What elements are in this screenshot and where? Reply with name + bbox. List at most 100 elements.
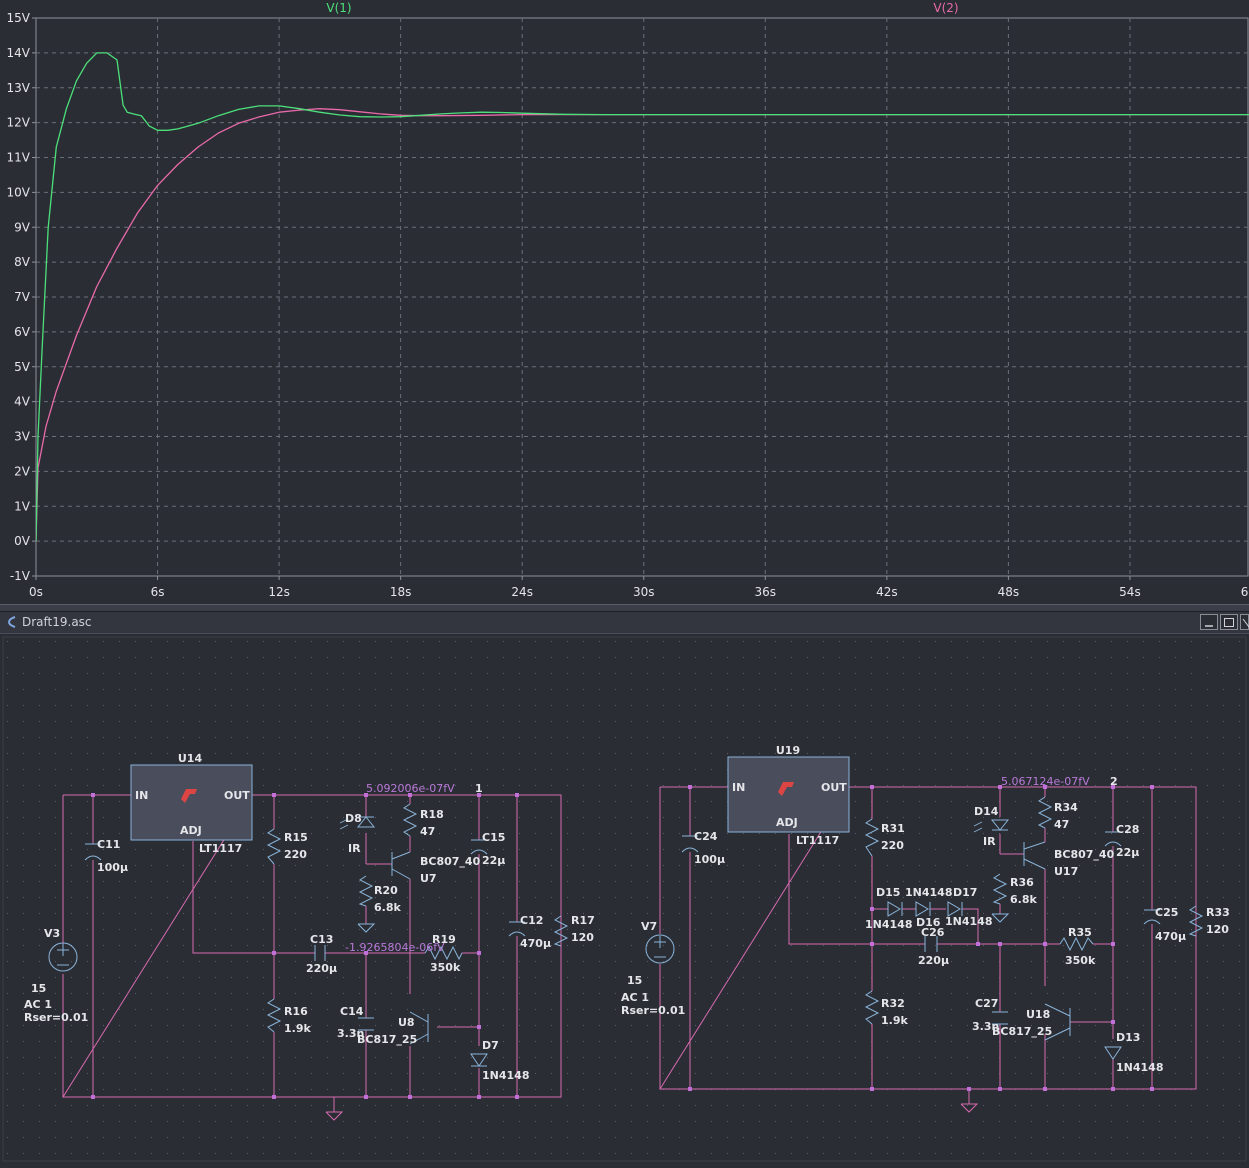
y-tick-label: 10V <box>7 185 31 199</box>
node-1-label: 1 <box>475 782 483 795</box>
minimize-button[interactable] <box>1200 614 1218 630</box>
r18-name: R18 <box>420 808 444 821</box>
plot-frame <box>35 17 1249 577</box>
r20-value: 6.8k <box>374 901 401 914</box>
r15-value: 220 <box>284 848 307 861</box>
trace-layer <box>36 52 1249 542</box>
v3-name: V3 <box>44 927 60 940</box>
c27-name: C27 <box>975 997 998 1010</box>
y-tick-label: 8V <box>14 255 31 269</box>
c25-name: C25 <box>1155 906 1178 919</box>
x-tick-label: 24s <box>511 585 533 599</box>
schematic-titlebar[interactable]: Draft19.asc <box>0 612 1249 634</box>
u14-pin-in: IN <box>135 789 148 802</box>
node-adj-voltage: -1.9265804e-06fV <box>345 941 445 954</box>
c15-value: 22µ <box>482 854 505 867</box>
r34-value: 47 <box>1054 818 1069 831</box>
x-tick-label: 36s <box>755 585 777 599</box>
node-2-label: 2 <box>1110 775 1118 788</box>
trace-label-v1[interactable]: V(1) <box>326 1 351 15</box>
r36-name: R36 <box>1010 876 1034 889</box>
c26-value: 220µ <box>918 954 949 967</box>
plot-grid <box>35 17 1249 577</box>
maximize-button[interactable] <box>1220 614 1238 630</box>
x-tick-label: 42s <box>876 585 898 599</box>
r36-value: 6.8k <box>1010 893 1037 906</box>
y-tick-label: 11V <box>7 151 31 165</box>
u19-model: LT1117 <box>796 834 839 847</box>
close-icon <box>1242 618 1249 628</box>
c11-name: C11 <box>97 838 120 851</box>
c24-name: C24 <box>694 830 718 843</box>
u14-name: U14 <box>178 752 203 765</box>
r34-name: R34 <box>1054 801 1078 814</box>
u19-pin-out: OUT <box>821 781 847 794</box>
c14-name: C14 <box>340 1005 364 1018</box>
minimize-icon <box>1205 625 1213 627</box>
pane-splitter[interactable] <box>0 604 1249 612</box>
trace-label-v2[interactable]: V(2) <box>933 1 958 15</box>
c26-name: C26 <box>921 926 945 939</box>
y-tick-label: 7V <box>14 290 31 304</box>
x-tick-label: 12s <box>268 585 290 599</box>
y-tick-label: -1V <box>10 569 31 583</box>
d8-value: IR <box>348 842 361 855</box>
x-tick-label: 0s <box>29 585 43 599</box>
y-axis-ticks: -1V 0V 1V 2V 3V 4V 5V 6V 7V 8V 9V 10V 11V 12V 13V 14V 15… <box>7 11 36 583</box>
d17-name: D17 <box>953 886 977 899</box>
schematic-drawing[interactable]: U14 IN OUT ADJ LT1117 V3 15 AC 1 Rser=0.… <box>0 634 1249 1164</box>
y-tick-label: 0V <box>14 534 31 548</box>
r17-name: R17 <box>571 914 595 927</box>
r31-name: R31 <box>881 822 905 835</box>
d14-name: D14 <box>974 805 999 818</box>
trace-v2[interactable] <box>36 108 1249 542</box>
close-button[interactable] <box>1240 614 1249 630</box>
schematic-canvas[interactable]: U14 IN OUT ADJ LT1117 V3 15 AC 1 Rser=0.… <box>0 634 1249 1164</box>
r20-name: R20 <box>374 884 398 897</box>
schematic-title: Draft19.asc <box>22 615 92 629</box>
x-tick-label: 18s <box>390 585 412 599</box>
y-tick-label: 5V <box>14 360 31 374</box>
u7-model: BC807_40 <box>420 855 481 868</box>
y-tick-label: 1V <box>14 499 31 513</box>
x-tick-label: 30s <box>633 585 655 599</box>
d15-value: 1N4148 <box>865 918 912 931</box>
v7-rser: Rser=0.01 <box>621 1004 685 1017</box>
y-tick-label: 4V <box>14 395 31 409</box>
v3-ac: AC 1 <box>24 998 52 1011</box>
u17-model: BC807_40 <box>1054 848 1115 861</box>
y-tick-label: 13V <box>7 81 31 95</box>
d13-name: D13 <box>1116 1031 1140 1044</box>
r35-value: 350k <box>1065 954 1096 967</box>
x-tick-label: 6s <box>151 585 165 599</box>
c12-name: C12 <box>520 914 543 927</box>
y-tick-label: 2V <box>14 464 31 478</box>
u18-name: U18 <box>1026 1008 1050 1021</box>
d14-value: IR <box>983 835 996 848</box>
r32-name: R32 <box>881 997 905 1010</box>
schematic-doc-icon <box>7 616 16 628</box>
d7-name: D7 <box>482 1039 499 1052</box>
c25-value: 470µ <box>1155 930 1186 943</box>
c28-value: 22µ <box>1116 846 1139 859</box>
y-tick-label: 3V <box>14 430 31 444</box>
u14-pin-adj: ADJ <box>180 824 202 837</box>
c28-name: C28 <box>1116 823 1139 836</box>
v7-value: 15 <box>627 974 642 987</box>
v7-ac: AC 1 <box>621 991 649 1004</box>
r33-name: R33 <box>1206 906 1230 919</box>
u19-pin-in: IN <box>732 781 745 794</box>
trace-v1[interactable] <box>36 52 1249 542</box>
r31-value: 220 <box>881 839 904 852</box>
schematic-grid <box>3 637 1246 1161</box>
r16-name: R16 <box>284 1005 308 1018</box>
u14-pin-out: OUT <box>224 789 250 802</box>
y-tick-label: 15V <box>7 11 31 25</box>
r35-name: R35 <box>1068 926 1092 939</box>
y-tick-label: 9V <box>14 220 31 234</box>
c13-value: 220µ <box>306 962 337 975</box>
waveform-viewer[interactable]: -1V 0V 1V 2V 3V 4V 5V 6V 7V 8V 9V 10V 11V 12V 13V 14V 15… <box>0 0 1249 604</box>
d8-name: D8 <box>345 812 362 825</box>
waveform-plot[interactable]: -1V 0V 1V 2V 3V 4V 5V 6V 7V 8V 9V 10V 11V 12V 13V 14V 15… <box>0 0 1249 604</box>
u8-model: BC817_25 <box>357 1033 417 1046</box>
